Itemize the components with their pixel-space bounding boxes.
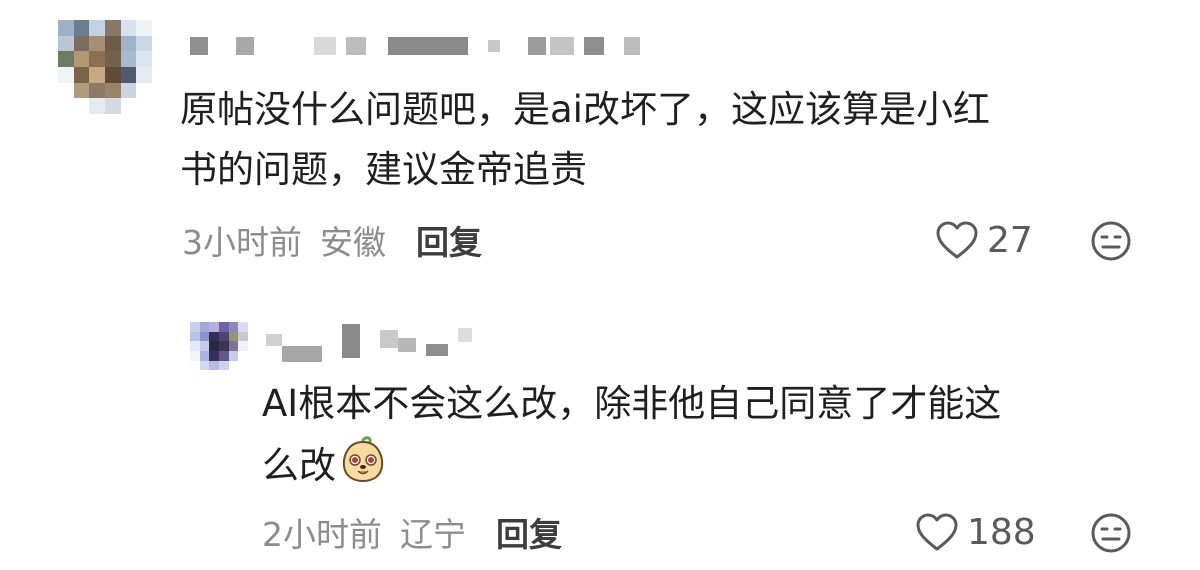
reply-button[interactable]: 回复 — [416, 216, 482, 264]
comment-location: 安徽 — [320, 223, 386, 262]
reply-username-redacted[interactable] — [266, 324, 472, 362]
heart-outline-icon — [936, 221, 978, 259]
reply-commenter-avatar[interactable] — [190, 322, 248, 380]
comment-meta: 3小时前 安徽 回复 — [182, 218, 482, 262]
dog-face-sticker-icon — [342, 436, 384, 483]
reply-meta: 2小时前 辽宁 回复 — [262, 510, 562, 554]
reply-text: AI根本不会这么改，除非他自己同意了才能这 么改 — [262, 374, 1192, 496]
dislike-face-icon[interactable] — [1090, 220, 1132, 262]
reply-text-line-1: AI根本不会这么改，除非他自己同意了才能这 — [262, 382, 1002, 425]
comment-timestamp: 3小时前 — [182, 223, 302, 262]
reply-dislike-face-icon[interactable] — [1090, 512, 1132, 554]
reply-timestamp: 2小时前 — [262, 515, 382, 554]
reply-location: 辽宁 — [400, 515, 466, 554]
heart-outline-icon — [916, 513, 958, 551]
commenter-username-redacted[interactable] — [190, 36, 640, 56]
commenter-avatar[interactable] — [58, 20, 152, 114]
comment-text: 原帖没什么问题吧，是ai改坏了，这应该算是小红 书的问题，建议金帝追责 — [180, 88, 990, 191]
reply-like-count: 188 — [967, 511, 1036, 553]
like-button[interactable]: 27 — [935, 218, 1033, 262]
like-count: 27 — [987, 219, 1033, 261]
reply-text-line-2: 么改 — [262, 444, 336, 487]
reply-like-button[interactable]: 188 — [915, 510, 1036, 554]
reply-reply-button[interactable]: 回复 — [496, 508, 562, 556]
